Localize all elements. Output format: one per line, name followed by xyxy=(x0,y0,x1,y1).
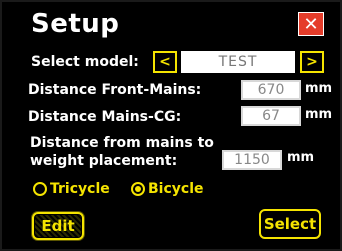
weight-distance-field[interactable]: 1150 xyxy=(222,150,282,170)
weight-distance-label-line1: Distance from mains to xyxy=(30,135,214,151)
weight-distance-unit: mm xyxy=(287,150,315,165)
chevron-left-icon: < xyxy=(159,54,171,70)
distance-front-mains-field[interactable]: 670 xyxy=(241,80,301,100)
distance-mains-cg-label: Distance Mains-CG: xyxy=(28,109,182,125)
bicycle-radio[interactable]: Bicycle xyxy=(131,181,204,197)
chevron-right-icon: > xyxy=(306,54,318,70)
distance-front-mains-label: Distance Front-Mains: xyxy=(28,82,202,98)
tricycle-label: Tricycle xyxy=(50,181,110,197)
model-name-display: TEST xyxy=(181,51,295,73)
weight-distance-label-line2: weight placement: xyxy=(30,153,178,169)
radio-unselected-icon xyxy=(33,182,47,196)
close-icon: ✕ xyxy=(303,13,319,35)
select-button[interactable]: Select xyxy=(259,209,321,239)
setup-screen: Setup ✕ Select model: < TEST > Distance … xyxy=(0,0,342,251)
radio-selected-icon xyxy=(131,182,145,196)
page-title: Setup xyxy=(31,9,120,39)
prev-model-button[interactable]: < xyxy=(153,51,177,73)
distance-mains-cg-unit: mm xyxy=(305,107,333,122)
distance-front-mains-unit: mm xyxy=(305,81,333,96)
distance-mains-cg-field[interactable]: 67 xyxy=(241,106,301,126)
edit-button[interactable]: Edit xyxy=(32,212,84,240)
close-button[interactable]: ✕ xyxy=(298,12,324,36)
next-model-button[interactable]: > xyxy=(300,51,324,73)
tricycle-radio[interactable]: Tricycle xyxy=(33,181,110,197)
select-model-label: Select model: xyxy=(31,54,139,70)
bicycle-label: Bicycle xyxy=(148,181,204,197)
